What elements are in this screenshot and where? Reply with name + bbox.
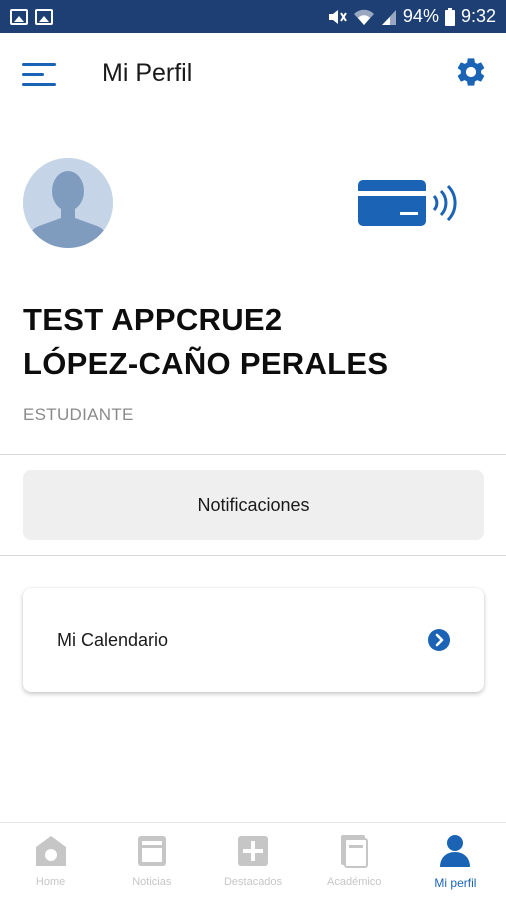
- news-icon: [137, 836, 166, 866]
- chevron-right-icon: [428, 629, 450, 651]
- profile-name-line2: LÓPEZ-CAÑO PERALES: [23, 346, 389, 381]
- nav-label-academic: Académico: [327, 876, 382, 888]
- profile-name: TEST APPCRUE2 LÓPEZ-CAÑO PERALES: [23, 298, 388, 386]
- battery-icon: [444, 7, 455, 26]
- person-silhouette-icon: [23, 158, 113, 248]
- notifications-button[interactable]: Notificaciones: [23, 470, 484, 540]
- nav-label-home: Home: [35, 876, 66, 888]
- book-icon: [341, 835, 369, 868]
- nav-label-news: Noticias: [132, 876, 172, 888]
- clock: 9:32: [460, 6, 496, 26]
- status-notifications: [10, 8, 53, 25]
- status-bar: 94% 9:32: [0, 0, 506, 33]
- status-indicators: 94% 9:32: [327, 6, 496, 27]
- nav-item-profile[interactable]: Mi perfil: [405, 823, 506, 900]
- nav-label-profile: Mi perfil: [434, 876, 477, 890]
- calendar-card[interactable]: Mi Calendario: [23, 588, 484, 692]
- virtual-card-nfc-icon[interactable]: [356, 178, 460, 228]
- nav-item-news[interactable]: Noticias: [101, 823, 202, 900]
- image-notification-icon: [10, 8, 28, 25]
- mute-icon: [328, 9, 347, 24]
- page-title: Mi Perfil: [102, 59, 193, 87]
- wifi-icon: [353, 9, 374, 25]
- divider: [0, 555, 506, 556]
- signal-icon: [381, 9, 396, 25]
- nav-item-featured[interactable]: Destacados: [202, 823, 303, 900]
- bottom-navigation: Home Noticias Destacados Académico Mi pe…: [0, 822, 506, 900]
- app-bar: Mi Perfil: [0, 33, 506, 115]
- divider: [0, 454, 506, 455]
- gallery-notification-icon: [35, 8, 53, 25]
- plus-icon: [238, 836, 268, 866]
- calendar-label: Mi Calendario: [57, 629, 169, 650]
- avatar[interactable]: [23, 158, 113, 248]
- home-icon: [35, 836, 66, 866]
- profile-role: ESTUDIANTE: [23, 405, 134, 424]
- settings-gear-icon[interactable]: [454, 55, 488, 89]
- nav-item-home[interactable]: Home: [0, 823, 101, 900]
- menu-icon[interactable]: [22, 61, 58, 89]
- battery-percent: 94%: [402, 6, 439, 26]
- nav-item-academic[interactable]: Académico: [304, 823, 405, 900]
- person-icon: [440, 835, 471, 867]
- profile-name-line1: TEST APPCRUE2: [23, 302, 283, 337]
- nav-label-featured: Destacados: [223, 876, 283, 888]
